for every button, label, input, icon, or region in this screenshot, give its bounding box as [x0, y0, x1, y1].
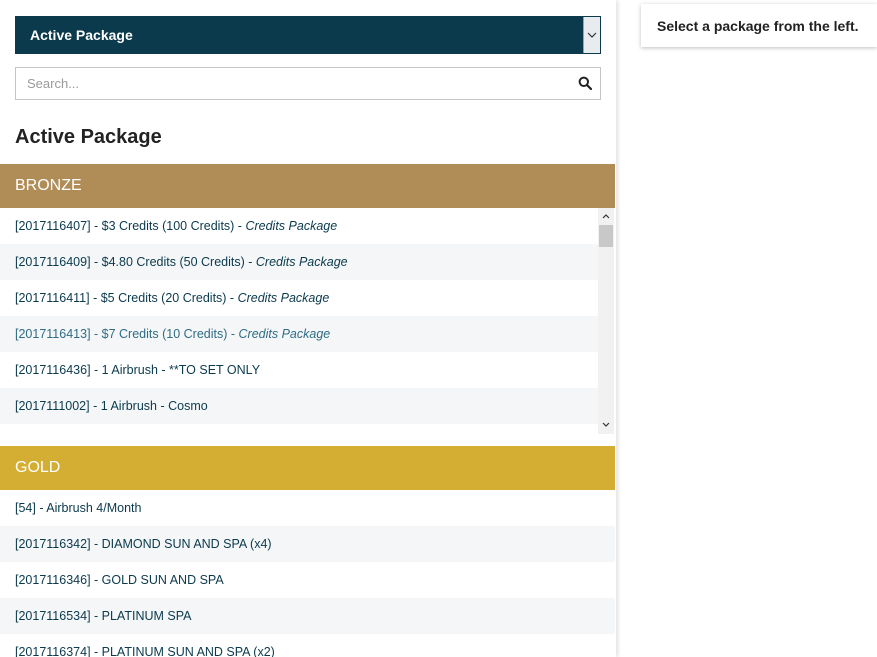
gold-package-list: [54] - Airbrush 4/Month [2017116342] - D… — [0, 490, 615, 657]
list-item[interactable]: [2017116534] - PLATINUM SPA — [0, 598, 615, 634]
package-filter-value: Active Package — [30, 27, 133, 43]
package-label: [2017116436] - 1 Airbrush - **TO SET ONL… — [15, 363, 261, 377]
search-input[interactable] — [16, 68, 566, 99]
search-icon[interactable] — [578, 76, 594, 92]
package-type: Credits Package — [238, 327, 331, 341]
empty-state-message: Select a package from the left. — [657, 17, 859, 34]
chevron-up-icon[interactable] — [598, 208, 614, 224]
package-label: [54] - Airbrush 4/Month — [15, 501, 142, 515]
list-item[interactable]: [2017116342] - DIAMOND SUN AND SPA (x4) — [0, 526, 615, 562]
list-item[interactable]: [54] - Airbrush 4/Month — [0, 490, 615, 526]
list-item[interactable]: [2017116407] - $3 Credits (100 Credits) … — [0, 208, 598, 244]
package-label: [2017116409] - $4.80 Credits (50 Credits… — [15, 255, 253, 269]
search-field — [15, 67, 601, 100]
package-list-panel: Active Package Active Package BRONZE [20… — [0, 0, 616, 657]
package-detail-placeholder: Select a package from the left. — [641, 4, 877, 47]
group-header-gold: GOLD — [0, 446, 615, 490]
list-item[interactable]: [2017116413] - $7 Credits (10 Credits) -… — [0, 316, 598, 352]
list-item[interactable]: [2017116374] - PLATINUM SUN AND SPA (x2) — [0, 634, 615, 657]
list-scrollbar[interactable] — [598, 208, 614, 434]
package-label: [2017116374] - PLATINUM SUN AND SPA (x2) — [15, 645, 275, 657]
list-item[interactable]: [2017116409] - $4.80 Credits (50 Credits… — [0, 244, 598, 280]
package-label: [2017116342] - DIAMOND SUN AND SPA (x4) — [15, 537, 272, 551]
group-name-gold: GOLD — [15, 459, 61, 476]
chevron-down-icon[interactable] — [583, 17, 600, 53]
package-filter-select[interactable]: Active Package — [15, 16, 601, 54]
bronze-package-list: [2017116407] - $3 Credits (100 Credits) … — [0, 208, 615, 434]
package-label: [2017111002] - 1 Airbrush - Cosmo — [15, 399, 208, 413]
package-label: [2017116407] - $3 Credits (100 Credits) … — [15, 219, 242, 233]
package-type: Credits Package — [255, 255, 348, 269]
chevron-down-icon[interactable] — [598, 416, 614, 432]
package-label: [2017116346] - GOLD SUN AND SPA — [15, 573, 224, 587]
list-item[interactable]: [2017116436] - 1 Airbrush - **TO SET ONL… — [0, 352, 598, 388]
package-label: [2017116534] - PLATINUM SPA — [15, 609, 192, 623]
package-label: [2017116411] - $5 Credits (20 Credits) - — [15, 291, 235, 305]
list-item[interactable]: [2017116411] - $5 Credits (20 Credits) -… — [0, 280, 598, 316]
package-type: Credits Package — [237, 291, 330, 305]
list-item[interactable]: [2017116346] - GOLD SUN AND SPA — [0, 562, 615, 598]
page-title: Active Package — [15, 126, 162, 148]
package-label: [2017116413] - $7 Credits (10 Credits) - — [15, 327, 236, 341]
group-name-bronze: BRONZE — [15, 177, 82, 194]
scrollbar-thumb[interactable] — [599, 225, 613, 247]
list-item[interactable]: [2017111002] - 1 Airbrush - Cosmo — [0, 388, 598, 424]
group-header-bronze: BRONZE — [0, 164, 615, 208]
package-type: Credits Package — [245, 219, 338, 233]
